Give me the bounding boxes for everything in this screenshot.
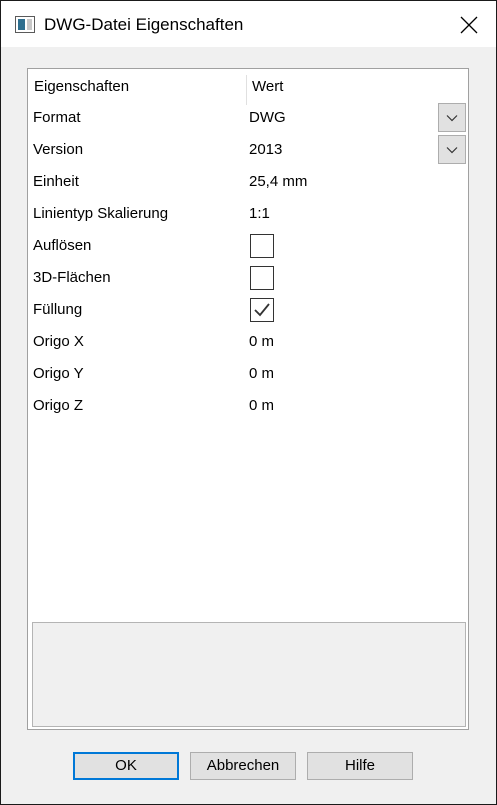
close-icon — [460, 16, 478, 34]
property-name: Auflösen — [33, 237, 92, 254]
version-dropdown-button[interactable] — [438, 135, 466, 164]
grid-header: Eigenschaften Wert — [28, 71, 468, 105]
chevron-down-icon — [446, 146, 458, 153]
property-name: Format — [33, 109, 81, 126]
aufloesen-checkbox[interactable] — [250, 234, 274, 258]
window-title: DWG-Datei Eigenschaften — [44, 15, 244, 34]
property-name: Füllung — [33, 301, 83, 318]
title-bar: DWG-Datei Eigenschaften — [1, 1, 496, 47]
property-value[interactable]: 1:1 — [249, 198, 270, 230]
close-button[interactable] — [451, 7, 487, 43]
row-aufloesen[interactable]: Auflösen — [28, 230, 468, 262]
property-value[interactable]: 25,4 mm — [249, 166, 307, 198]
header-eigenschaften: Eigenschaften — [34, 78, 130, 95]
header-wert: Wert — [252, 78, 284, 95]
ok-button[interactable]: OK — [73, 752, 179, 780]
app-window-icon — [15, 16, 35, 33]
property-name: Origo X — [33, 333, 84, 350]
property-value[interactable]: 0 m — [249, 326, 274, 358]
row-origo-y[interactable]: Origo Y 0 m — [28, 358, 468, 390]
property-value[interactable]: 0 m — [249, 390, 274, 422]
help-button[interactable]: Hilfe — [307, 752, 413, 780]
checkmark-icon — [254, 303, 270, 317]
row-version[interactable]: Version 2013 — [28, 134, 468, 166]
header-separator[interactable] — [246, 75, 247, 105]
property-name: Origo Y — [33, 365, 84, 382]
row-format[interactable]: Format DWG — [28, 102, 468, 134]
row-einheit[interactable]: Einheit 25,4 mm — [28, 166, 468, 198]
property-value[interactable]: 2013 — [249, 134, 282, 166]
dialog-window: DWG-Datei Eigenschaften Eigenschaften We… — [0, 0, 497, 805]
row-linientyp-skalierung[interactable]: Linientyp Skalierung 1:1 — [28, 198, 468, 230]
property-name: Origo Z — [33, 397, 84, 414]
format-dropdown-button[interactable] — [438, 103, 466, 132]
property-name: 3D-Flächen — [33, 269, 111, 286]
row-origo-z[interactable]: Origo Z 0 m — [28, 390, 468, 422]
row-fuellung[interactable]: Füllung — [28, 294, 468, 326]
row-origo-x[interactable]: Origo X 0 m — [28, 326, 468, 358]
property-value[interactable]: 0 m — [249, 358, 274, 390]
property-grid: Eigenschaften Wert Format DWG Version 20… — [27, 68, 469, 730]
cancel-button[interactable]: Abbrechen — [190, 752, 296, 780]
property-name: Version — [33, 141, 84, 158]
fuellung-checkbox[interactable] — [250, 298, 274, 322]
property-value[interactable]: DWG — [249, 102, 286, 134]
property-description-box — [32, 622, 466, 727]
property-name: Einheit — [33, 173, 79, 190]
3d-flaechen-checkbox[interactable] — [250, 266, 274, 290]
row-3d-flaechen[interactable]: 3D-Flächen — [28, 262, 468, 294]
chevron-down-icon — [446, 114, 458, 121]
property-name: Linientyp Skalierung — [33, 205, 169, 222]
